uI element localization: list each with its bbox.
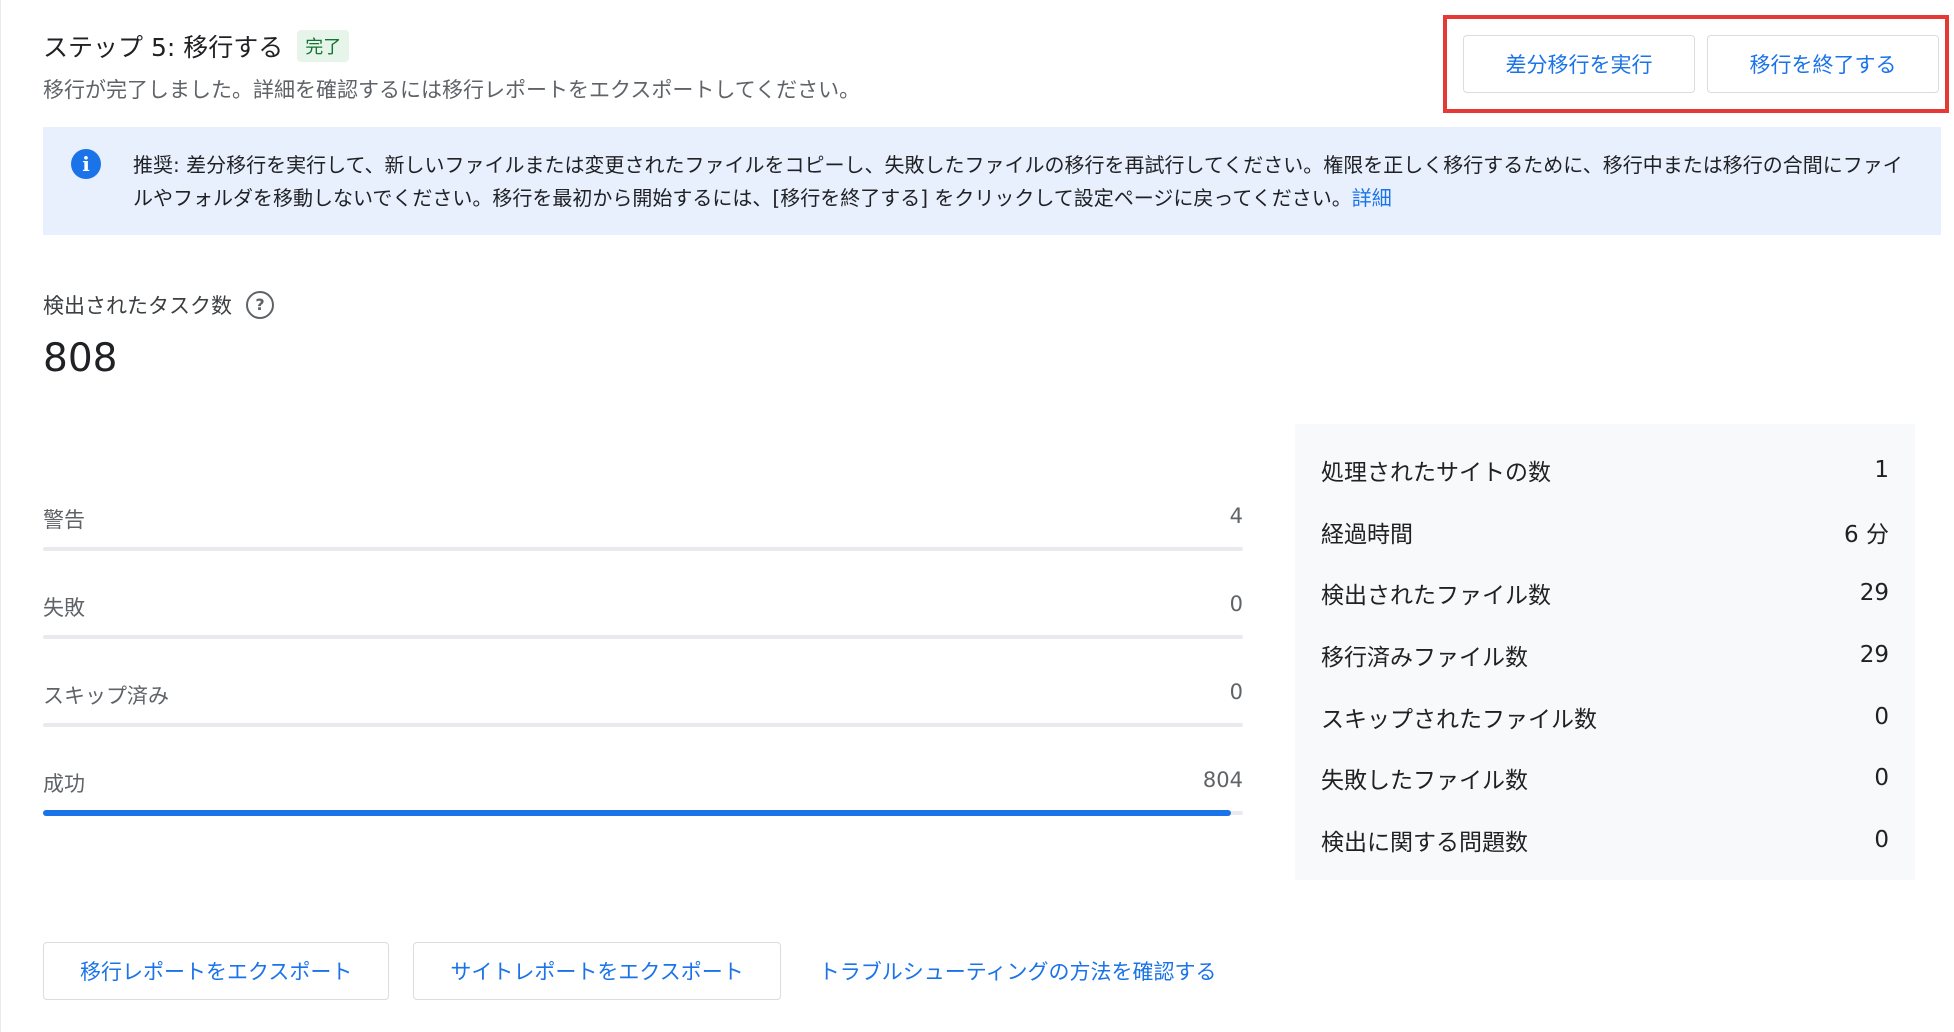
- stat-label: 移行済みファイル数: [1321, 644, 1528, 671]
- info-icon: i: [71, 149, 101, 179]
- stat-value: 29: [1859, 641, 1889, 668]
- status-bar-track: [43, 547, 1243, 551]
- troubleshooting-link[interactable]: トラブルシューティングの方法を確認する: [819, 956, 1217, 986]
- info-banner-text-container: 推奨: 差分移行を実行して、新しいファイルまたは変更されたファイルをコピーし、失…: [133, 149, 1911, 215]
- stat-row: スキップされたファイル数 0: [1321, 686, 1889, 748]
- export-migration-report-button[interactable]: 移行レポートをエクスポート: [43, 942, 390, 1000]
- status-bar-track: [43, 810, 1243, 816]
- status-bar-value: 4: [1229, 504, 1243, 528]
- stat-row: 検出に関する問題数 0: [1321, 809, 1889, 871]
- status-bar-row: 失敗 0: [43, 588, 1243, 676]
- stat-label: 検出に関する問題数: [1321, 829, 1528, 856]
- title-row: ステップ 5: 移行する 完了: [43, 28, 860, 64]
- stat-value: 6 分: [1844, 521, 1889, 548]
- migration-stats-panel: 処理されたサイトの数 1 経過時間 6 分検出されたファイル数 29 移行済みファイル数 2…: [1295, 424, 1915, 880]
- run-delta-migration-button[interactable]: 差分移行を実行: [1463, 35, 1695, 93]
- footer-actions: 移行レポートをエクスポート サイトレポートをエクスポート トラブルシューティング…: [43, 942, 1217, 1000]
- stat-label: 経過時間: [1321, 521, 1413, 548]
- status-bar-row: 成功 804: [43, 764, 1243, 852]
- stat-row: 処理されたサイトの数 1: [1321, 439, 1889, 501]
- page-title: ステップ 5: 移行する: [43, 33, 284, 62]
- stat-value: 0: [1874, 765, 1889, 792]
- stat-label: 処理されたサイトの数: [1321, 459, 1551, 486]
- stat-label: スキップされたファイル数: [1321, 706, 1597, 733]
- info-banner-text: 推奨: 差分移行を実行して、新しいファイルまたは変更されたファイルをコピーし、失…: [133, 153, 1903, 210]
- details-link[interactable]: 詳細: [1352, 186, 1392, 210]
- stat-label: 検出されたファイル数: [1321, 583, 1551, 610]
- status-bar-label: 警告: [43, 508, 85, 532]
- status-bar-row: スキップ済み 0: [43, 676, 1243, 764]
- export-site-report-button[interactable]: サイトレポートをエクスポート: [413, 942, 781, 1000]
- status-bar-row: 警告 4: [43, 500, 1243, 588]
- stat-value: 29: [1859, 580, 1889, 607]
- status-bar-label: 成功: [43, 772, 85, 796]
- info-banner: i 推奨: 差分移行を実行して、新しいファイルまたは変更されたファイルをコピーし…: [43, 127, 1941, 235]
- stat-label: 失敗したファイル数: [1321, 768, 1528, 795]
- status-bar-value: 804: [1202, 768, 1243, 792]
- stat-row: 検出されたファイル数 29: [1321, 562, 1889, 624]
- status-bar-label: 失敗: [43, 596, 85, 620]
- migration-step-page: ステップ 5: 移行する 完了 移行が完了しました。詳細を確認するには移行レポー…: [0, 0, 1954, 1032]
- stat-row: 経過時間 6 分: [1321, 501, 1889, 563]
- status-bar-fill: [43, 810, 1231, 816]
- finish-migration-button[interactable]: 移行を終了する: [1707, 35, 1939, 93]
- detected-tasks-label: 検出されたタスク数: [43, 294, 232, 318]
- status-bar-track: [43, 723, 1243, 727]
- detected-tasks-header: 検出されたタスク数 ?: [43, 290, 274, 320]
- status-badge: 完了: [297, 30, 350, 62]
- stat-value: 0: [1874, 703, 1889, 730]
- status-bar-value: 0: [1229, 592, 1243, 616]
- status-bar-label: スキップ済み: [43, 684, 169, 708]
- detected-tasks-count: 808: [43, 336, 118, 381]
- header-actions-highlight: 差分移行を実行 移行を終了する: [1443, 15, 1949, 113]
- status-bar-track: [43, 635, 1243, 639]
- header: ステップ 5: 移行する 完了 移行が完了しました。詳細を確認するには移行レポー…: [43, 28, 860, 104]
- page-subtitle: 移行が完了しました。詳細を確認するには移行レポートをエクスポートしてください。: [43, 78, 861, 102]
- help-circle-icon[interactable]: ?: [246, 291, 274, 319]
- stat-value: 0: [1874, 826, 1889, 853]
- stat-row: 移行済みファイル数 29: [1321, 624, 1889, 686]
- status-bar-value: 0: [1229, 680, 1243, 704]
- task-status-bars: 警告 4 失敗 0 スキップ済み 0 成功 804: [43, 500, 1243, 852]
- stat-row: 失敗したファイル数 0: [1321, 747, 1889, 809]
- stat-value: 1: [1874, 456, 1889, 483]
